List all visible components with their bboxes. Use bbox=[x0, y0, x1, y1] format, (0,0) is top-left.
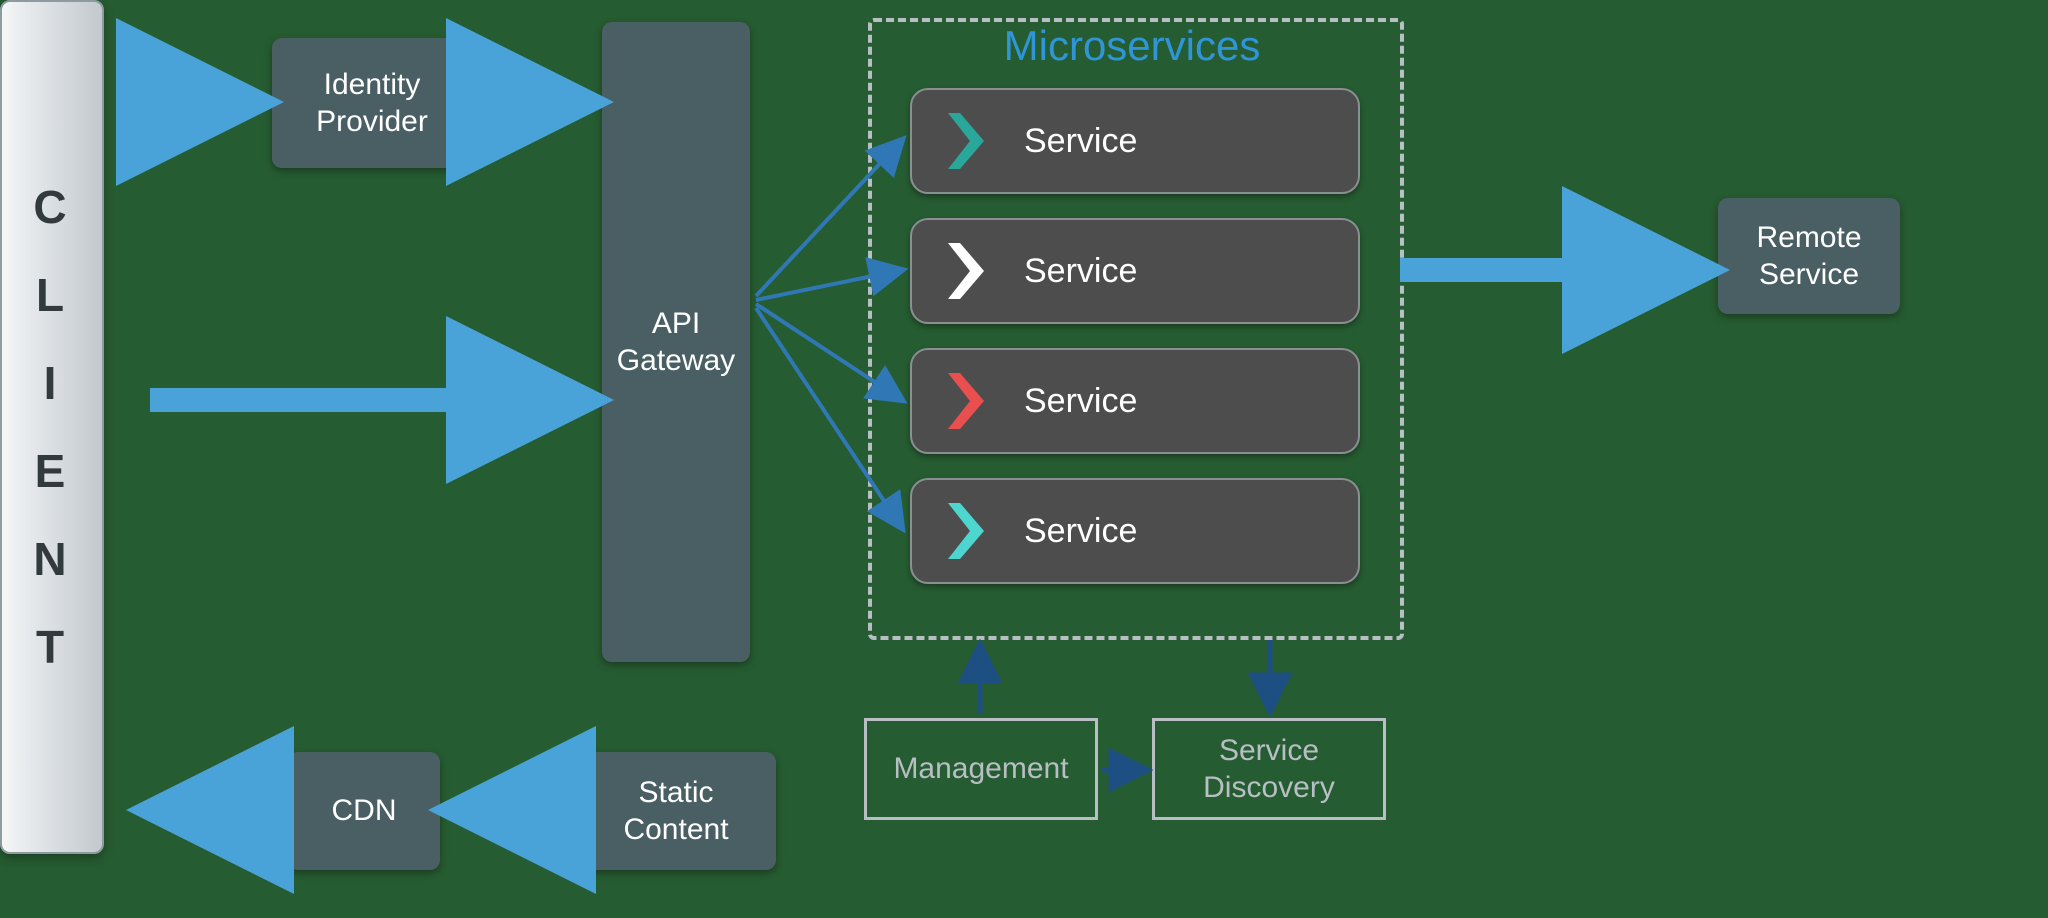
service-label: Service bbox=[1024, 382, 1358, 421]
service-label: Service bbox=[1024, 122, 1358, 161]
identity-provider-label: IdentityProvider bbox=[316, 66, 428, 141]
remote-service-label: RemoteService bbox=[1756, 219, 1861, 294]
api-gateway-box: APIGateway bbox=[602, 22, 750, 662]
service-label: Service bbox=[1024, 512, 1358, 551]
chevron-icon bbox=[936, 241, 996, 301]
client-box: CLIENT bbox=[0, 0, 104, 854]
cdn-box: CDN bbox=[288, 752, 440, 870]
chevron-icon bbox=[936, 111, 996, 171]
static-content-label: StaticContent bbox=[623, 774, 728, 849]
identity-provider-box: IdentityProvider bbox=[272, 38, 472, 168]
service-box-1: Service bbox=[910, 88, 1360, 194]
service-box-3: Service bbox=[910, 348, 1360, 454]
service-discovery-box: ServiceDiscovery bbox=[1152, 718, 1386, 820]
management-label: Management bbox=[893, 750, 1068, 788]
service-box-4: Service bbox=[910, 478, 1360, 584]
api-gateway-label: APIGateway bbox=[617, 305, 735, 380]
service-label: Service bbox=[1024, 252, 1358, 291]
chevron-icon bbox=[936, 501, 996, 561]
diagram-stage: CLIENT IdentityProvider APIGateway CDN S… bbox=[0, 0, 2048, 918]
service-discovery-label: ServiceDiscovery bbox=[1203, 732, 1335, 807]
cdn-label: CDN bbox=[332, 792, 397, 830]
service-box-2: Service bbox=[910, 218, 1360, 324]
remote-service-box: RemoteService bbox=[1718, 198, 1900, 314]
static-content-box: StaticContent bbox=[576, 752, 776, 870]
microservices-title: Microservices bbox=[868, 22, 1396, 70]
chevron-icon bbox=[936, 371, 996, 431]
management-box: Management bbox=[864, 718, 1098, 820]
